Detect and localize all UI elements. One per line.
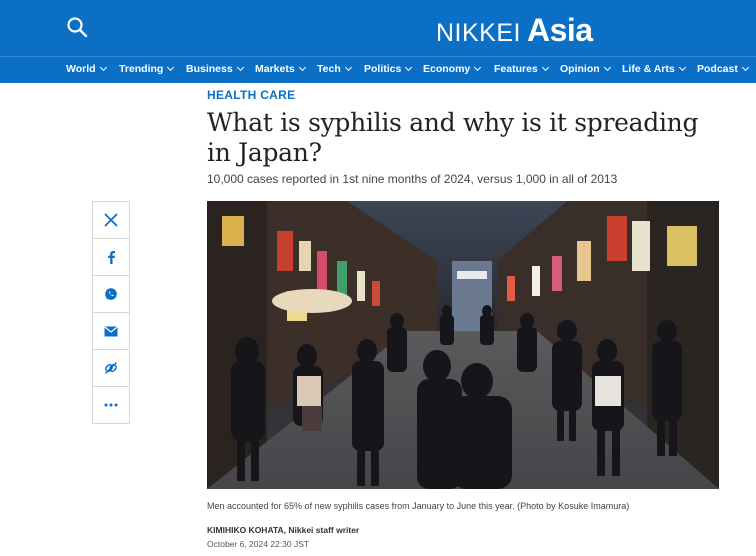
chevron-down-icon: [99, 63, 107, 72]
nav-label: Business: [186, 63, 233, 75]
chevron-down-icon: [298, 63, 306, 72]
link-icon: [105, 362, 117, 374]
nav-item-opinion[interactable]: Opinion: [560, 63, 611, 75]
nav-item-business[interactable]: Business: [186, 63, 244, 75]
nav-label: Features: [494, 63, 538, 75]
nav-label: Tech: [317, 63, 341, 75]
nav-item-podcast[interactable]: Podcast: [697, 63, 749, 75]
share-rail: [92, 201, 130, 424]
nav-item-life-arts[interactable]: Life & Arts: [622, 63, 686, 75]
nav-item-tech[interactable]: Tech: [317, 63, 352, 75]
nav-item-politics[interactable]: Politics: [364, 63, 413, 75]
chevron-down-icon: [167, 63, 175, 72]
whatsapp-icon: [105, 288, 117, 300]
site-header: NIKKEI Asia: [0, 0, 756, 56]
article-date: October 6, 2024 22:30 JST: [207, 539, 310, 549]
more-icon: [104, 403, 118, 407]
photo-caption: Men accounted for 65% of new syphilis ca…: [207, 501, 630, 511]
search-icon[interactable]: [66, 16, 88, 38]
site-logo[interactable]: NIKKEI Asia: [436, 12, 593, 48]
nav-item-markets[interactable]: Markets: [255, 63, 306, 75]
article-author[interactable]: KIMIHIKO KOHATA, Nikkei staff writer: [207, 525, 359, 535]
share-more-button[interactable]: [93, 387, 129, 423]
nav-item-features[interactable]: Features: [494, 63, 549, 75]
nav-item-world[interactable]: World: [66, 63, 107, 75]
share-facebook-button[interactable]: [93, 239, 129, 276]
nav-label: Economy: [423, 63, 471, 75]
share-whatsapp-button[interactable]: [93, 276, 129, 313]
nav-label: Podcast: [697, 63, 738, 75]
chevron-down-icon: [474, 63, 482, 72]
nav-item-trending[interactable]: Trending: [119, 63, 175, 75]
nav-label: Life & Arts: [622, 63, 675, 75]
article-photo: [207, 201, 719, 489]
nav-label: World: [66, 63, 96, 75]
nav-item-economy[interactable]: Economy: [423, 63, 482, 75]
share-x-button[interactable]: [93, 202, 129, 239]
section-label[interactable]: HEALTH CARE: [207, 88, 295, 102]
chevron-down-icon: [541, 63, 549, 72]
chevron-down-icon: [603, 63, 611, 72]
chevron-down-icon: [405, 63, 413, 72]
nav-label: Trending: [119, 63, 164, 75]
chevron-down-icon: [741, 63, 749, 72]
nav-label: Opinion: [560, 63, 600, 75]
chevron-down-icon: [236, 63, 244, 72]
chevron-down-icon: [678, 63, 686, 72]
logo-nikkei: NIKKEI: [436, 19, 521, 47]
chevron-down-icon: [344, 63, 352, 72]
email-icon: [104, 326, 118, 336]
nav-label: Politics: [364, 63, 402, 75]
share-email-button[interactable]: [93, 313, 129, 350]
nav-label: Markets: [255, 63, 295, 75]
facebook-icon: [108, 251, 115, 264]
logo-asia: Asia: [526, 12, 593, 48]
article-subhead: 10,000 cases reported in 1st nine months…: [207, 172, 618, 186]
main-nav: World Trending Business Markets Tech Pol…: [0, 56, 756, 83]
share-link-button[interactable]: [93, 350, 129, 387]
x-icon: [104, 213, 118, 227]
article-headline: What is syphilis and why is it spreading…: [207, 108, 699, 167]
